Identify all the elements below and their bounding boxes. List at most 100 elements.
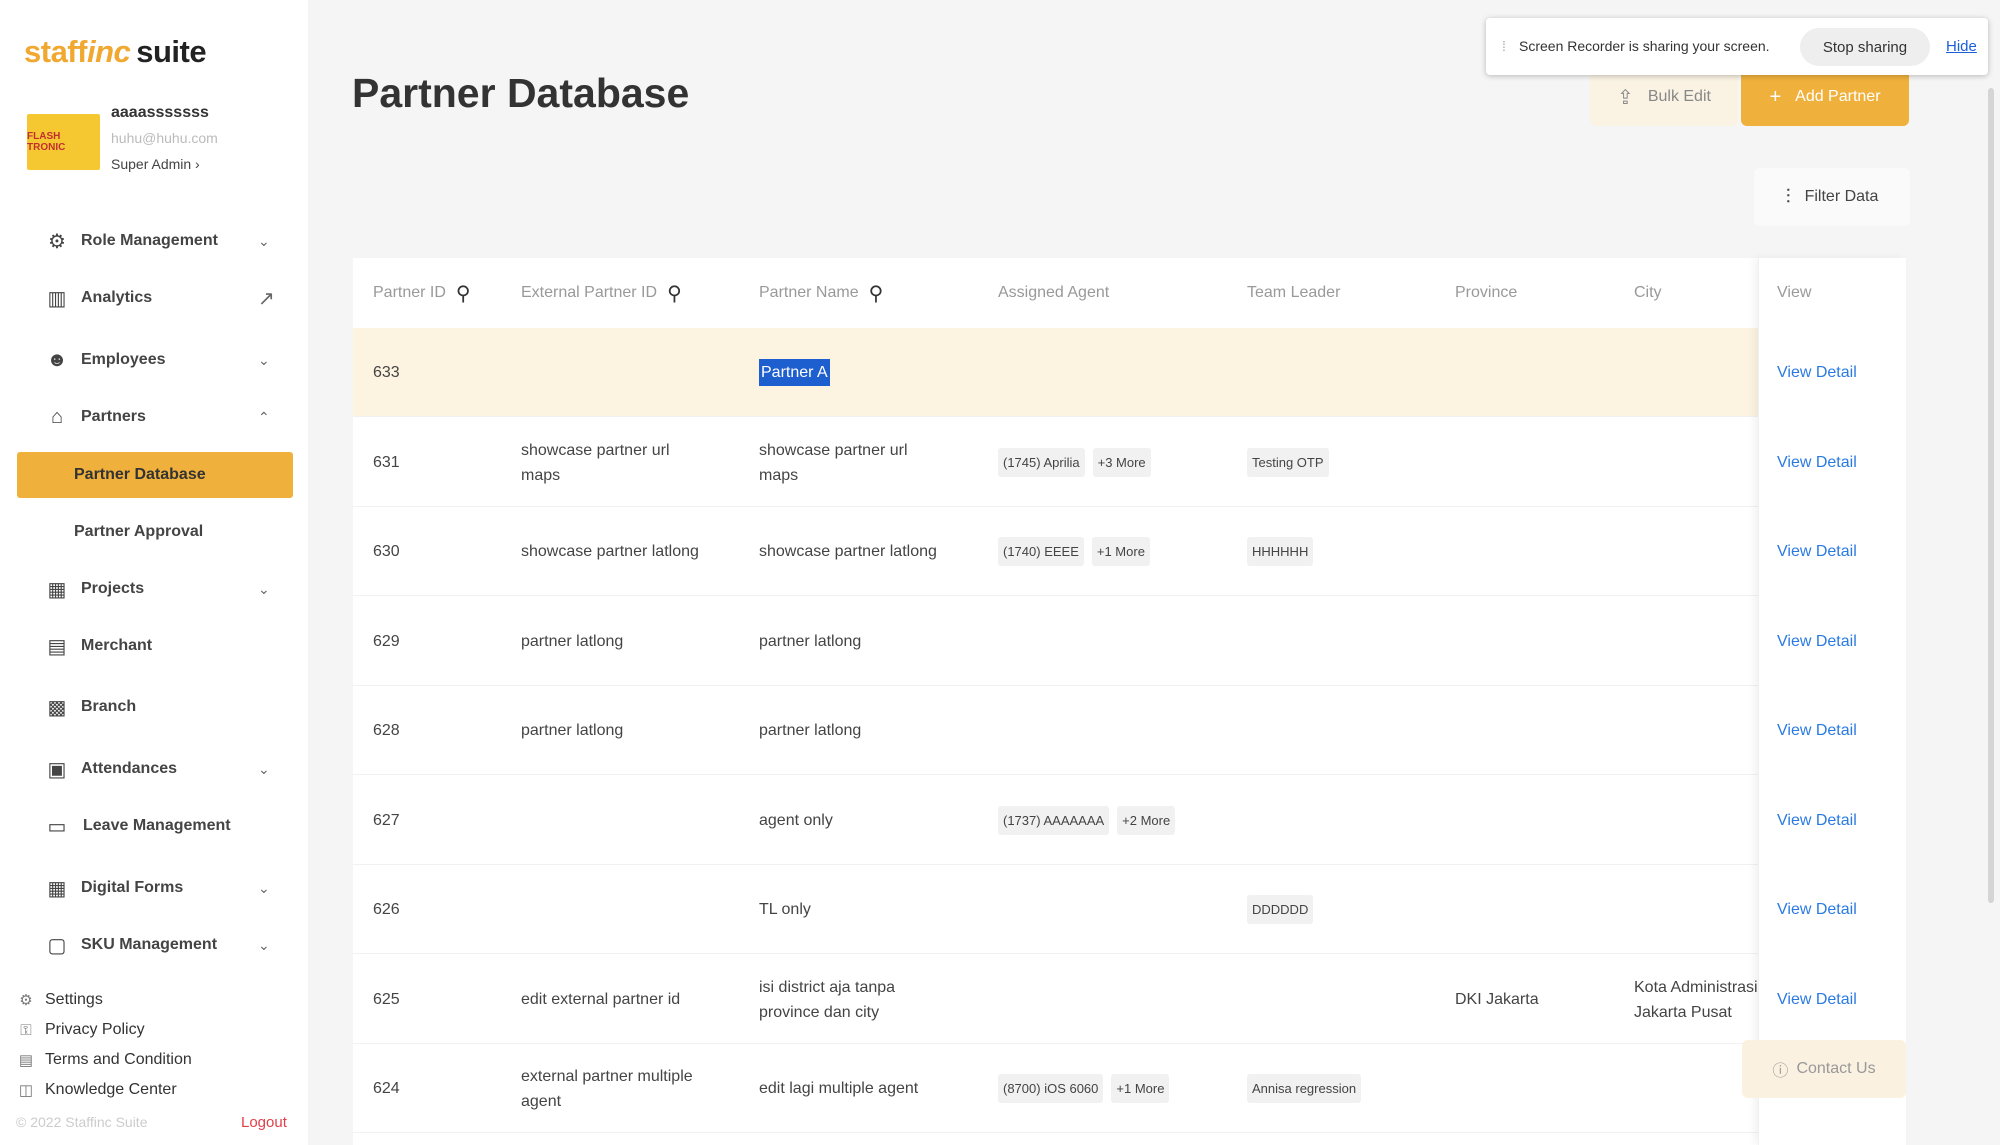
table-row[interactable]: 631 showcase partner url maps showcase p…: [353, 418, 1906, 507]
cell-external-id: showcase partner url maps: [521, 441, 670, 484]
cell-partner-id: 629: [373, 633, 400, 650]
agent-tag: (8700) iOS 6060: [998, 1074, 1104, 1103]
cell-team-leader: Testing OTP: [1247, 418, 1337, 507]
view-detail-link[interactable]: View Detail: [1777, 686, 1857, 775]
bulk-edit-button[interactable]: ⇪ Bulk Edit: [1590, 68, 1738, 126]
cell-partner-name: showcase partner latlong: [759, 543, 937, 560]
nav-item-leave-management[interactable]: ▭ Leave Management: [0, 804, 308, 848]
contact-us-button[interactable]: ⓘ Contact Us: [1742, 1040, 1906, 1098]
column-partner-name: Partner Name ⚲: [759, 258, 883, 328]
nav-item-sku-management[interactable]: ▢ SKU Management ⌄: [0, 923, 308, 967]
chevron-down-icon: ⌄: [258, 351, 270, 368]
column-city: City: [1634, 284, 1662, 301]
more-tag[interactable]: +1 More: [1111, 1074, 1170, 1103]
cell-partner-id: 624: [373, 1080, 400, 1097]
view-detail-label: View Detail: [1777, 543, 1857, 560]
sidebar-item-partner-approval[interactable]: Partner Approval: [0, 510, 308, 554]
agent-tag: (1737) AAAAAAA: [998, 806, 1110, 835]
more-tag[interactable]: +2 More: [1117, 806, 1176, 835]
copyright: © 2022 Staffinc Suite: [16, 1114, 148, 1130]
settings-link[interactable]: ⚙ Settings: [16, 989, 103, 1011]
logo-part2: inc: [86, 34, 131, 69]
nav-item-attendances[interactable]: ▣ Attendances ⌄: [0, 747, 308, 791]
search-icon[interactable]: ⚲: [869, 281, 884, 306]
cell-partner-name: agent only: [759, 812, 833, 829]
table-row[interactable]: 629 partner latlong partner latlong: [353, 597, 1906, 686]
table-row[interactable]: 626 TL only DDDDDD: [353, 865, 1906, 954]
knowledge-center-link[interactable]: ◫ Knowledge Center: [16, 1079, 177, 1101]
agent-tag: (1740) EEEE: [998, 537, 1084, 566]
column-province: Province: [1455, 284, 1518, 301]
chevron-down-icon: ⌄: [258, 232, 270, 249]
view-detail-link[interactable]: View Detail: [1777, 328, 1857, 417]
add-partner-button[interactable]: + Add Partner: [1741, 68, 1909, 126]
view-detail-label: View Detail: [1777, 454, 1857, 471]
sub-label: Partner Database: [74, 466, 206, 483]
table-row[interactable]: 625 edit external partner id isi distric…: [353, 955, 1906, 1044]
profile-card[interactable]: FLASH TRONIC aaaasssssss huhu@huhu.com S…: [27, 104, 307, 180]
cell-external-id: partner latlong: [521, 722, 624, 739]
more-tag[interactable]: +3 More: [1092, 448, 1151, 477]
sidebar: staffinc suite FLASH TRONIC aaaasssssss h…: [0, 0, 308, 1145]
staffinc-logo[interactable]: staffinc suite: [24, 34, 207, 70]
privacy-policy-link[interactable]: ⚿ Privacy Policy: [16, 1019, 144, 1041]
sidebar-item-partner-database[interactable]: Partner Database: [0, 453, 308, 497]
column-view: View: [1777, 284, 1812, 301]
profile-email: huhu@huhu.com: [111, 130, 218, 146]
tl-tag: Testing OTP: [1247, 448, 1329, 477]
cell-team-leader: HHHHHH: [1247, 507, 1321, 596]
search-icon[interactable]: ⚲: [456, 281, 471, 306]
cell-team-leader: Annisa regression: [1247, 1044, 1369, 1133]
agent-tag: (1745) Aprilia: [998, 448, 1085, 477]
tl-tag: DDDDDD: [1247, 895, 1314, 924]
nav-label: Leave Management: [83, 817, 231, 834]
tl-tag: HHHHHH: [1247, 537, 1314, 566]
nav-item-role-management[interactable]: ⚙ Role Management ⌄: [0, 219, 308, 263]
hide-link[interactable]: Hide: [1946, 38, 1977, 55]
nav-item-employees[interactable]: ☻ Employees ⌄: [0, 338, 308, 382]
cell-partner-id: 631: [373, 454, 400, 471]
branch-icon: ▩: [47, 696, 67, 719]
table-row[interactable]: 630 showcase partner latlong showcase pa…: [353, 507, 1906, 596]
logout-link[interactable]: Logout: [241, 1114, 287, 1131]
filter-data-button[interactable]: ⫶ Filter Data: [1754, 168, 1910, 226]
search-icon[interactable]: ⚲: [667, 281, 682, 306]
cell-assigned-agent: (8700) iOS 6060 +1 More: [998, 1044, 1170, 1133]
stop-sharing-button[interactable]: Stop sharing: [1800, 28, 1930, 66]
view-detail-link[interactable]: View Detail: [1777, 507, 1857, 596]
nav-item-partners[interactable]: ⌂ Partners ⌃: [0, 395, 308, 439]
cell-external-id: partner latlong: [521, 633, 624, 650]
column-partner-id: Partner ID ⚲: [373, 258, 471, 328]
nav-label: Digital Forms: [81, 879, 184, 896]
cell-team-leader: DDDDDD: [1247, 865, 1321, 954]
nav-item-analytics[interactable]: ▥ Analytics ↗: [0, 276, 308, 320]
table-row[interactable]: 627 agent only (1737) AAAAAAA +2 More: [353, 776, 1906, 865]
cell-partner-id: 625: [373, 991, 400, 1008]
upload-icon: ⇪: [1617, 86, 1634, 109]
more-tag[interactable]: +1 More: [1091, 537, 1150, 566]
nav-item-merchant[interactable]: ▤ Merchant: [0, 624, 308, 668]
scrollbar[interactable]: [1988, 88, 1994, 903]
view-detail-link[interactable]: View Detail: [1777, 865, 1857, 954]
tl-tag: Annisa regression: [1247, 1074, 1362, 1103]
avatar-text: FLASH TRONIC: [27, 131, 66, 153]
nav-item-digital-forms[interactable]: ▦ Digital Forms ⌄: [0, 866, 308, 910]
view-detail-link[interactable]: View Detail: [1777, 955, 1857, 1044]
partners-icon: ⌂: [50, 405, 64, 428]
table-row[interactable]: 628 partner latlong partner latlong: [353, 686, 1906, 775]
document-icon: ▤: [18, 1052, 34, 1069]
table-row[interactable]: 633 Partner A: [353, 328, 1906, 417]
view-detail-label: View Detail: [1777, 901, 1857, 918]
view-detail-link[interactable]: View Detail: [1777, 776, 1857, 865]
terms-link[interactable]: ▤ Terms and Condition: [16, 1049, 192, 1071]
view-detail-link[interactable]: View Detail: [1777, 418, 1857, 507]
external-link-icon: ↗: [258, 287, 275, 310]
nav-label: Analytics: [81, 289, 153, 306]
nav-item-projects[interactable]: ▦ Projects ⌄: [0, 567, 308, 611]
drag-handle-icon[interactable]: ⁞: [1502, 38, 1506, 54]
nav-item-branch[interactable]: ▩ Branch: [0, 685, 308, 729]
view-detail-link[interactable]: View Detail: [1777, 597, 1857, 686]
profile-role-link[interactable]: Super Admin ›: [111, 156, 200, 172]
bulk-edit-label: Bulk Edit: [1647, 88, 1711, 105]
table-row[interactable]: 624 external partner multiple agent edit…: [353, 1044, 1906, 1133]
